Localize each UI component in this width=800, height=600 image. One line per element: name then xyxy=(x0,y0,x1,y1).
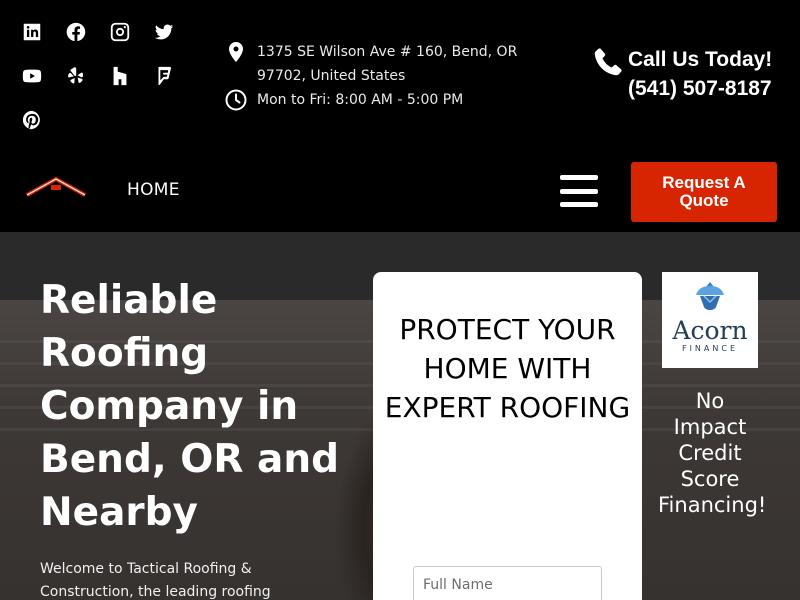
site-logo[interactable] xyxy=(25,175,87,199)
hero-description: Welcome to Tactical Roofing & Constructi… xyxy=(40,561,271,600)
lead-form-card: PROTECT YOUR HOME WITH EXPERT ROOFING xyxy=(373,272,642,600)
foursquare-icon[interactable] xyxy=(152,64,176,88)
financing-text: No Impact Credit Score Financing! xyxy=(658,389,767,517)
nav-home-link[interactable]: HOME xyxy=(127,180,180,200)
instagram-icon[interactable] xyxy=(108,20,132,44)
hero-title: Reliable Roofing Company in Bend, OR and… xyxy=(40,278,340,535)
acorn-brand: Acorn xyxy=(672,316,748,345)
youtube-icon[interactable] xyxy=(20,64,44,88)
acorn-finance-logo[interactable]: Acorn FINANCE xyxy=(662,272,758,368)
acorn-brand-sub: FINANCE xyxy=(681,344,739,353)
form-heading: PROTECT YOUR HOME WITH EXPERT ROOFING xyxy=(384,313,631,424)
twitter-icon[interactable] xyxy=(152,20,176,44)
top-bar: 1375 SE Wilson Ave # 160, Bend, OR 97702… xyxy=(0,0,800,150)
phone-number-link[interactable]: (541) 507-8187 xyxy=(628,77,772,101)
hamburger-menu-icon[interactable] xyxy=(560,175,598,207)
hero-section: Reliable Roofing Company in Bend, OR and… xyxy=(0,232,800,600)
phone-icon xyxy=(592,46,624,78)
call-label: Call Us Today! xyxy=(628,48,773,71)
request-quote-button[interactable]: Request A Quote xyxy=(631,162,777,222)
full-name-input[interactable] xyxy=(413,566,602,600)
location-pin-icon xyxy=(224,40,248,64)
hours-row: Mon to Fri: 8:00 AM - 5:00 PM xyxy=(224,88,463,112)
facebook-icon[interactable] xyxy=(64,20,88,44)
navbar: HOME Request A Quote xyxy=(0,150,800,232)
clock-icon xyxy=(224,88,248,112)
pinterest-icon[interactable] xyxy=(20,108,44,132)
hours-text: Mon to Fri: 8:00 AM - 5:00 PM xyxy=(257,92,464,108)
linkedin-icon[interactable] xyxy=(20,20,44,44)
yelp-icon[interactable] xyxy=(64,64,88,88)
houzz-icon[interactable] xyxy=(108,64,132,88)
address-text: 1375 SE Wilson Ave # 160, Bend, OR 97702… xyxy=(257,44,518,84)
acorn-icon xyxy=(696,282,724,310)
address-row: 1375 SE Wilson Ave # 160, Bend, OR 97702… xyxy=(224,40,557,88)
